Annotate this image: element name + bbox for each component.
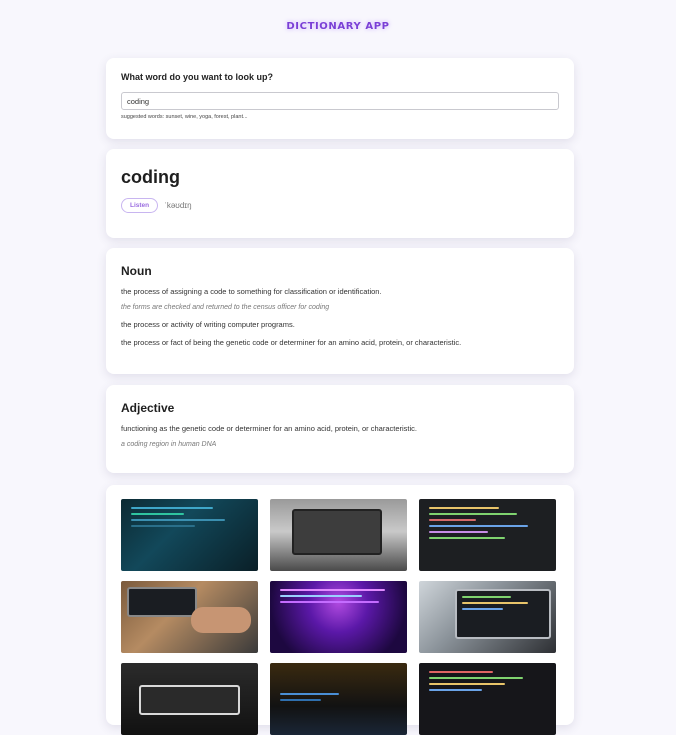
photo-code-screen[interactable]	[419, 499, 556, 571]
app-title: Dictionary App	[286, 20, 390, 32]
photo-grid	[121, 499, 559, 735]
app-header: Dictionary App	[0, 0, 676, 52]
part-of-speech: Adjective	[121, 401, 175, 415]
meaning-card-adjective: Adjective functioning as the genetic cod…	[106, 385, 574, 473]
part-of-speech: Noun	[121, 264, 152, 278]
search-question: What word do you want to look up?	[121, 72, 273, 82]
listen-button[interactable]: Listen	[121, 198, 159, 213]
meaning-card-noun: Noun the process of assigning a code to …	[106, 248, 574, 374]
definition-example: the forms are checked and returned to th…	[121, 304, 330, 311]
photo-monitor-code[interactable]	[121, 499, 258, 571]
word-title: coding	[121, 167, 180, 187]
photo-laptop-code[interactable]	[419, 581, 556, 653]
definition: functioning as the genetic code or deter…	[121, 424, 417, 433]
photo-laptop-desk[interactable]	[270, 499, 407, 571]
search-input[interactable]	[121, 92, 559, 110]
photos-card	[106, 485, 574, 735]
suggested-words: suggested words: sunset, wine, yoga, for…	[121, 114, 248, 120]
definition: the process of assigning a code to somet…	[121, 287, 382, 296]
photo-hands-typing[interactable]	[121, 581, 258, 653]
photo-purple-code[interactable]	[270, 581, 407, 653]
word-row: Listen ˈkəʊdɪŋ	[121, 198, 559, 213]
definition: the process or activity of writing compu…	[121, 320, 295, 329]
photo-keyboard[interactable]	[121, 663, 258, 735]
photo-dark-screen[interactable]	[270, 663, 407, 735]
phonetic-text: ˈkəʊdɪŋ	[164, 201, 192, 210]
word-card: coding Listen ˈkəʊdɪŋ	[106, 149, 574, 238]
definition-example: a coding region in human DNA	[121, 441, 217, 448]
photo-colorful-code[interactable]	[419, 663, 556, 735]
search-card: What word do you want to look up? sugges…	[106, 58, 574, 139]
definition: the process or fact of being the genetic…	[121, 338, 462, 347]
